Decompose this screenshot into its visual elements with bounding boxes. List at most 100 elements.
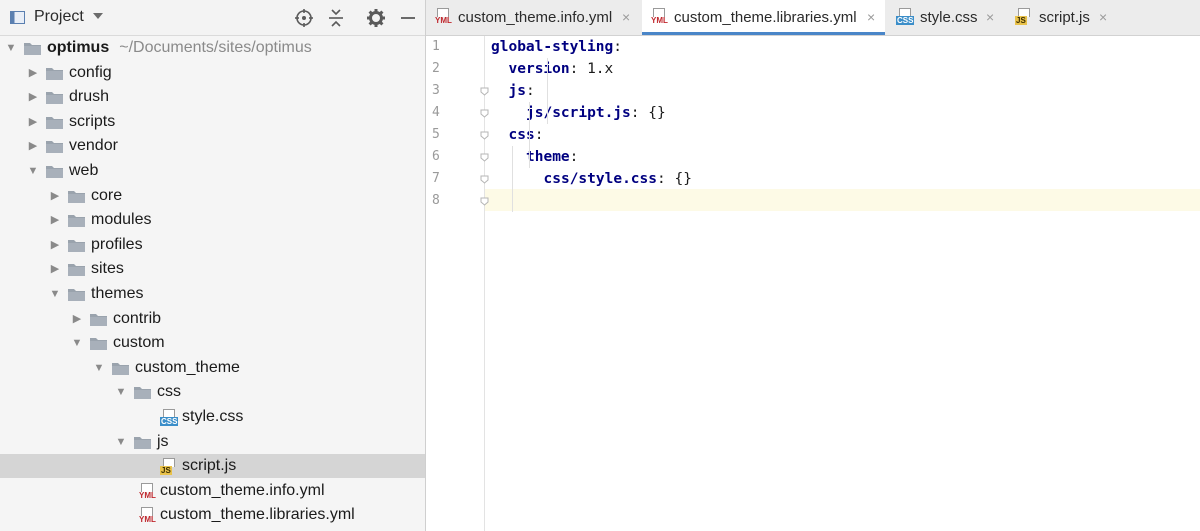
editor-tab[interactable]: JS script.js × [1007,0,1117,35]
tree-item-name: vendor [69,137,118,155]
tree-folder[interactable]: ▶ profiles [0,233,425,257]
tree-item-name: drush [69,88,110,106]
fold-marker-icon[interactable] [480,87,489,96]
line-number: 6 [432,149,440,164]
tab-label: style.css [920,9,978,26]
tree-item-name: style.css [182,408,244,425]
triangle-down-icon[interactable]: ▼ [92,356,106,380]
yaml-key: js/script.js [526,105,631,121]
triangle-right-icon[interactable]: ▶ [26,61,40,85]
tree-folder[interactable]: ▶ drush [0,85,425,109]
tree-folder[interactable]: ▶ modules [0,208,425,232]
line-number: 3 [432,83,440,98]
folder-icon [112,362,129,375]
tree-item-name: profiles [91,235,143,253]
tree-item-name: custom_theme.info.yml [160,481,325,499]
yaml-colon: : [613,39,622,55]
gear-icon[interactable] [366,8,386,28]
tree-folder[interactable]: ▼ css [0,380,425,404]
tree-folder[interactable]: ▼ web [0,159,425,183]
triangle-down-icon[interactable]: ▼ [4,36,18,60]
tree-item-name: core [91,186,123,204]
folder-icon [46,141,63,154]
file-type-badge: JS [160,466,172,476]
triangle-right-icon[interactable]: ▶ [48,208,62,232]
line-number: 4 [432,105,440,120]
tree-file[interactable]: JS script.js [0,454,425,479]
tree-item-label: themes [91,282,143,306]
tree-folder[interactable]: ▼ themes [0,282,425,306]
editor-tab[interactable]: YML custom_theme.libraries.yml × [642,0,885,35]
triangle-down-icon[interactable]: ▼ [114,380,128,404]
tree-item-label: optimus ~/Documents/sites/optimus [47,36,312,60]
file-type-badge: JS [1015,16,1027,25]
folder-icon [68,215,85,228]
folder-icon [68,289,85,301]
editor-area: YML custom_theme.info.yml × YML custom_theme… [426,0,1200,531]
code-line: theme: [526,146,578,168]
tree-folder[interactable]: ▶ core [0,184,425,208]
folder-icon [68,190,85,203]
tree-root-path: ~/Documents/sites/optimus [119,39,312,56]
file-type-badge: YML [139,515,156,525]
triangle-down-icon[interactable]: ▼ [26,159,40,183]
tab-label: custom_theme.info.yml [458,9,613,26]
tree-item-label: sites [91,257,124,281]
tree-item-label: web [69,159,98,183]
fold-marker-icon[interactable] [480,131,489,140]
triangle-right-icon[interactable]: ▶ [26,110,40,134]
editor-tab[interactable]: YML custom_theme.info.yml × [426,0,640,35]
fold-marker-icon[interactable] [480,109,489,118]
project-panel-icon [10,11,25,24]
project-panel: Project ▼ optimus ~/Documents/sites/opti… [0,0,426,531]
tree-item-label: modules [91,208,151,232]
yaml-colon: : [525,83,535,99]
js-file-icon: JS [1015,8,1035,26]
project-panel-title[interactable]: Project [34,8,84,26]
tree-root[interactable]: ▼ optimus ~/Documents/sites/optimus [0,36,425,60]
triangle-right-icon[interactable]: ▶ [48,184,62,208]
collapse-all-icon[interactable] [326,8,346,28]
triangle-right-icon[interactable]: ▶ [48,233,62,257]
triangle-right-icon[interactable]: ▶ [48,257,62,281]
tree-file[interactable]: YML custom_theme.libraries.yml [0,503,425,527]
yml-file-icon: YML [650,8,670,26]
tree-file[interactable]: CSS style.css [0,405,425,429]
crosshair-icon[interactable] [294,8,314,28]
triangle-right-icon[interactable]: ▶ [26,134,40,158]
triangle-right-icon[interactable]: ▶ [70,307,84,331]
tree-folder[interactable]: ▶ sites [0,257,425,281]
tree-folder[interactable]: ▼ custom [0,331,425,355]
chevron-down-icon[interactable] [93,13,103,19]
yml-file-icon: YML [434,8,454,26]
tree-item-name: js [157,432,169,450]
fold-marker-icon[interactable] [480,153,489,162]
tree-folder[interactable]: ▶ contrib [0,307,425,331]
indent-guide [529,102,530,168]
triangle-right-icon[interactable]: ▶ [26,85,40,109]
triangle-down-icon[interactable]: ▼ [70,331,84,355]
line-number-gutter: 1 2 3 4 5 6 7 8 [426,36,489,531]
triangle-down-icon[interactable]: ▼ [114,430,128,454]
file-type-badge: YML [435,16,452,25]
tree-folder[interactable]: ▶ vendor [0,134,425,158]
editor-tabs: YML custom_theme.info.yml × YML custom_theme… [426,0,1200,36]
yml-file-icon: YML [138,482,158,501]
tree-folder[interactable]: ▶ scripts [0,110,425,134]
triangle-down-icon[interactable]: ▼ [48,282,62,306]
close-icon[interactable]: × [622,0,630,35]
minimize-icon[interactable] [398,8,418,28]
tree-folder[interactable]: ▶ config [0,61,425,85]
tree-file[interactable]: YML custom_theme.info.yml [0,479,425,503]
fold-marker-icon[interactable] [480,197,489,206]
fold-marker-icon[interactable] [480,175,489,184]
tree-folder[interactable]: ▼ js [0,430,425,454]
editor-tab[interactable]: CSS style.css × [888,0,1004,35]
close-icon[interactable]: × [986,0,994,35]
folder-icon [46,166,63,178]
tree-item-name: sites [91,260,124,278]
code-line: css: [509,124,544,146]
tree-folder[interactable]: ▼ custom_theme [0,356,425,380]
close-icon[interactable]: × [867,0,875,35]
close-icon[interactable]: × [1099,0,1107,35]
